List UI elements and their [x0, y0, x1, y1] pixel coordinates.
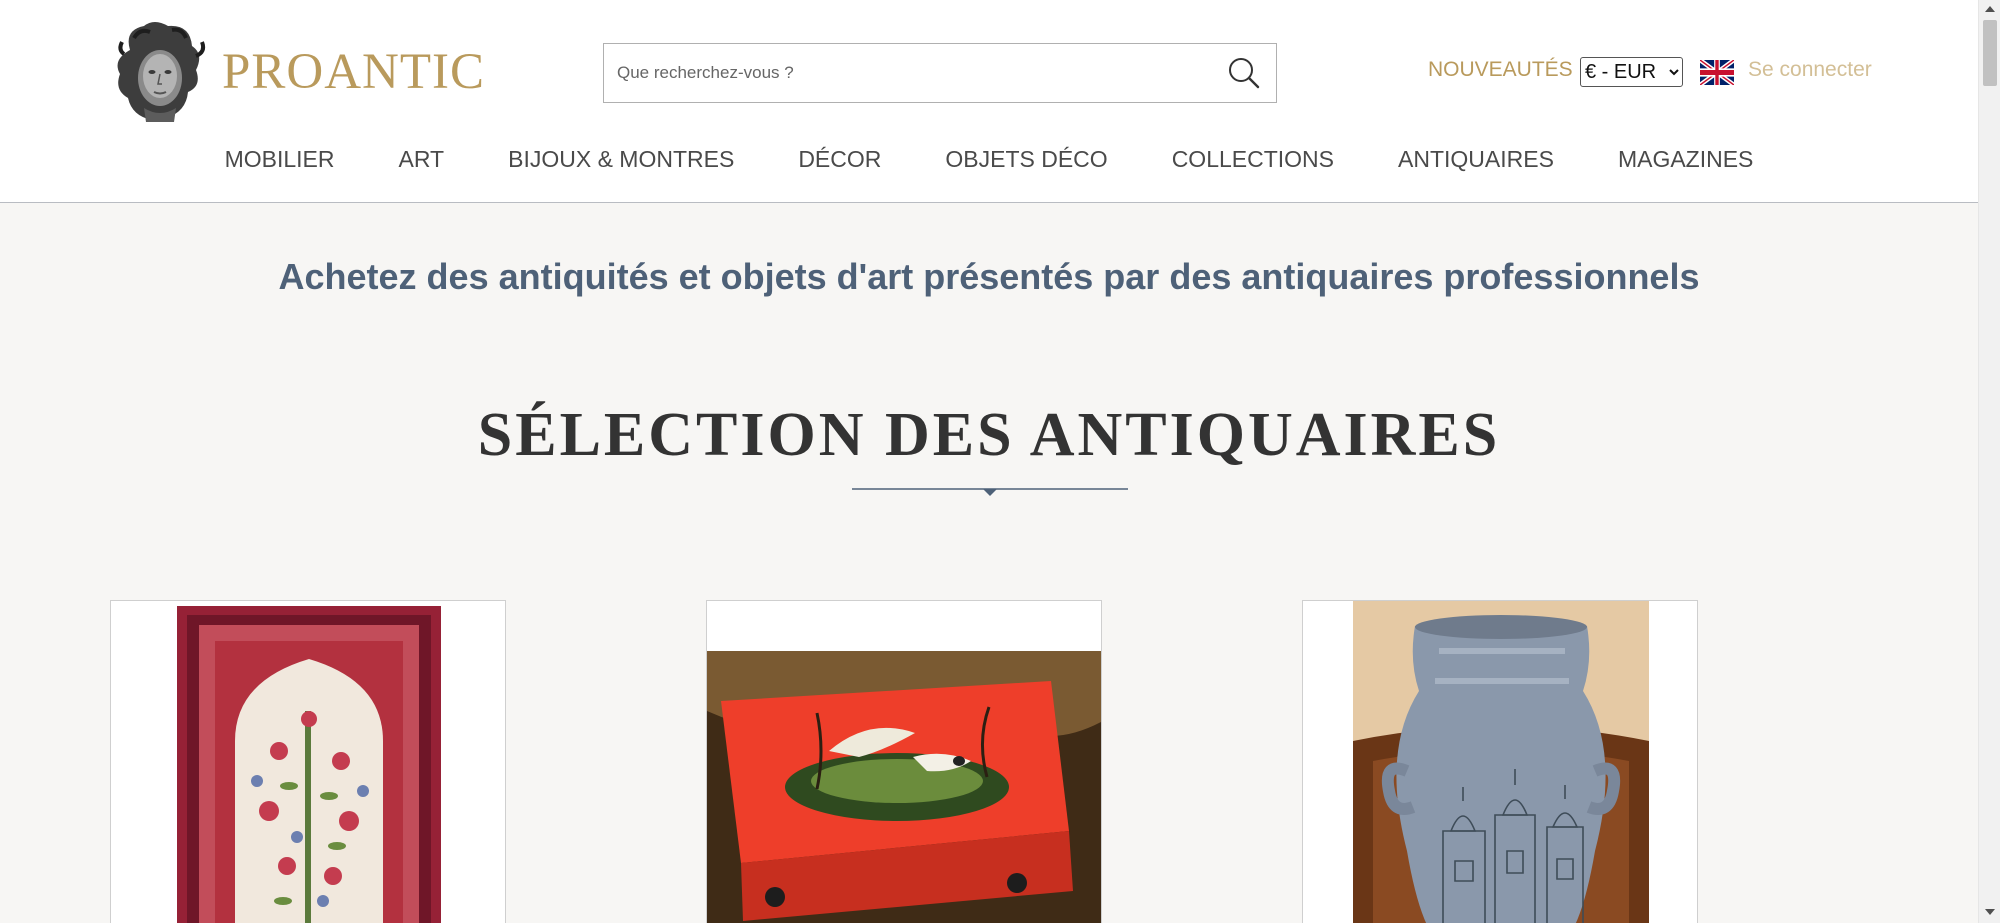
nouveautes-link[interactable]: NOUVEAUTÉS	[1428, 58, 1573, 82]
nav-item-collections[interactable]: COLLECTIONS	[1172, 146, 1334, 173]
nav-item-magazines[interactable]: MAGAZINES	[1618, 146, 1753, 173]
search-input[interactable]	[604, 44, 1212, 102]
search-bar	[603, 43, 1277, 103]
product-card[interactable]	[1302, 600, 1698, 923]
scroll-up-arrow-icon[interactable]	[1985, 6, 1995, 12]
persian-rug-image	[111, 601, 505, 923]
currency-select[interactable]: € - EUR	[1580, 57, 1683, 87]
bust-logo-icon	[117, 22, 206, 122]
product-card[interactable]	[110, 600, 506, 923]
nav-item-mobilier[interactable]: MOBILIER	[225, 146, 335, 173]
blue-ceramic-vase-image	[1303, 601, 1697, 923]
product-card[interactable]	[706, 600, 1102, 923]
nav-item-art[interactable]: ART	[399, 146, 445, 173]
scroll-down-arrow-icon[interactable]	[1985, 909, 1995, 915]
nav-item-decor[interactable]: DÉCOR	[798, 146, 881, 173]
login-link[interactable]: Se connecter	[1748, 58, 1872, 82]
uk-flag-icon[interactable]	[1700, 60, 1734, 85]
site-header: PROANTIC NOUVEAUTÉS € - EUR Se connecter…	[0, 0, 1978, 203]
logo-text: PROANTIC	[222, 44, 486, 100]
scrollbar-thumb[interactable]	[1983, 20, 1997, 86]
main-nav: MOBILIER ART BIJOUX & MONTRES DÉCOR OBJE…	[0, 146, 1978, 173]
search-icon	[1229, 58, 1260, 89]
logo-link[interactable]: PROANTIC	[110, 20, 485, 124]
nav-item-antiquaires[interactable]: ANTIQUAIRES	[1398, 146, 1554, 173]
page-tagline: Achetez des antiquités et objets d'art p…	[278, 256, 1700, 297]
section-title: SÉLECTION DES ANTIQUAIRES	[477, 401, 1501, 469]
red-lacquered-box-image	[707, 601, 1101, 923]
nav-item-bijoux-montres[interactable]: BIJOUX & MONTRES	[508, 146, 734, 173]
nav-item-objets-deco[interactable]: OBJETS DÉCO	[945, 146, 1107, 173]
page-scrollbar[interactable]	[1978, 0, 2000, 923]
search-button[interactable]	[1212, 44, 1276, 102]
title-divider	[852, 488, 1128, 496]
